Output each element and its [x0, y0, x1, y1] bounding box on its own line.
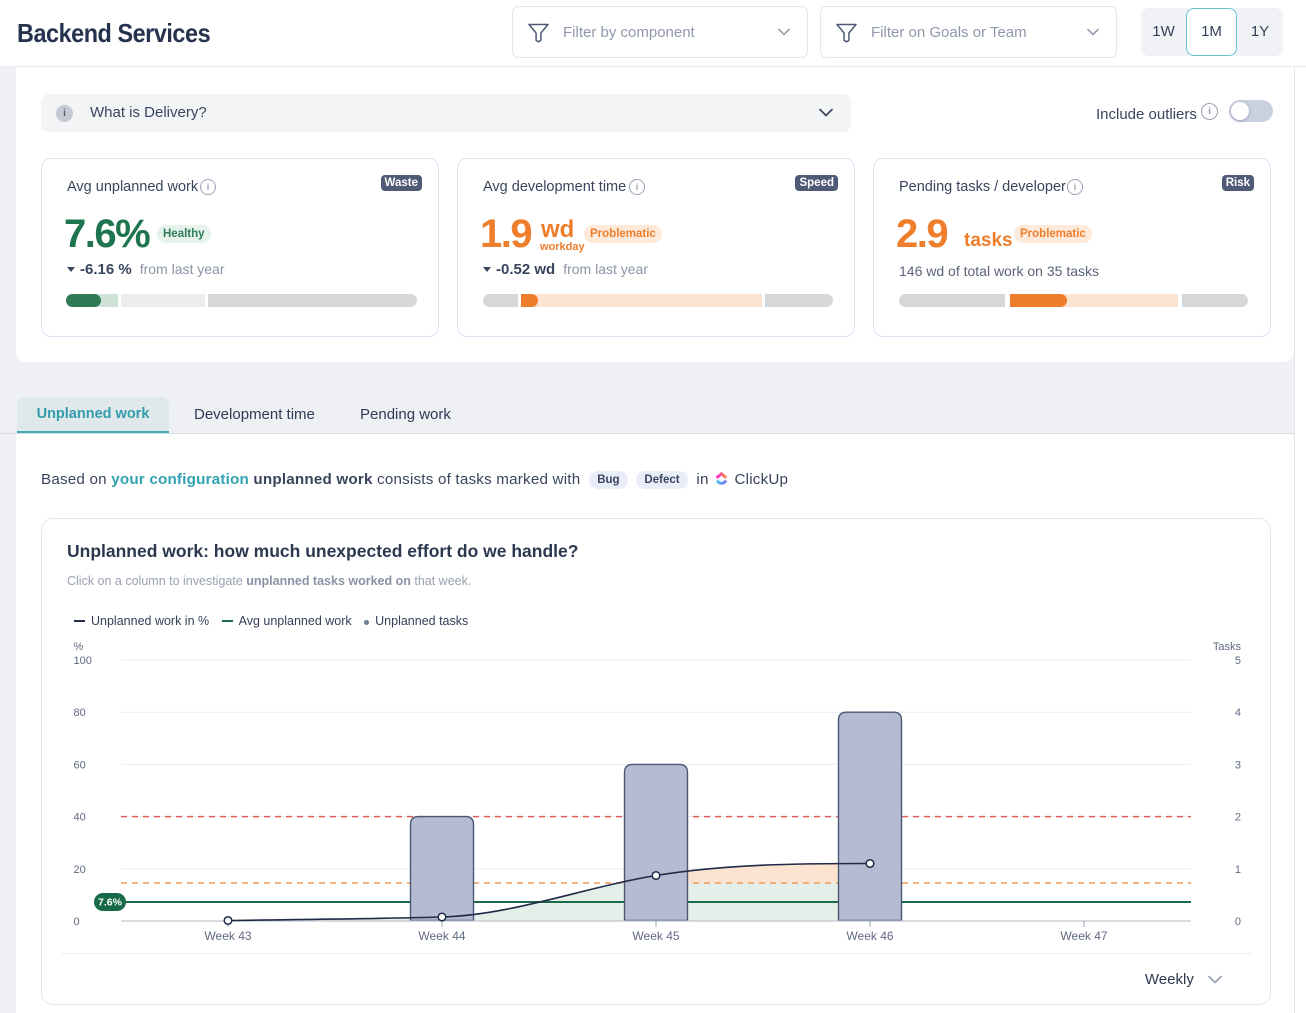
- svg-text:80: 80: [74, 707, 86, 719]
- svg-text:Week 44: Week 44: [418, 929, 465, 943]
- svg-text:100: 100: [74, 655, 92, 667]
- svg-text:0: 0: [74, 916, 80, 928]
- svg-text:60: 60: [74, 759, 86, 771]
- svg-text:2: 2: [1235, 812, 1241, 824]
- svg-text:7.6%: 7.6%: [98, 897, 123, 909]
- svg-text:4: 4: [1235, 707, 1241, 719]
- svg-text:20: 20: [74, 864, 86, 876]
- svg-text:40: 40: [74, 812, 86, 824]
- svg-text:3: 3: [1235, 759, 1241, 771]
- svg-text:5: 5: [1235, 655, 1241, 667]
- svg-text:0: 0: [1235, 916, 1241, 928]
- svg-text:Week 46: Week 46: [846, 929, 893, 943]
- svg-text:%: %: [74, 641, 84, 653]
- svg-text:Tasks: Tasks: [1213, 641, 1242, 653]
- svg-text:Week 47: Week 47: [1060, 929, 1107, 943]
- svg-text:1: 1: [1235, 864, 1241, 876]
- svg-text:Week 43: Week 43: [204, 929, 251, 943]
- svg-text:Week 45: Week 45: [632, 929, 679, 943]
